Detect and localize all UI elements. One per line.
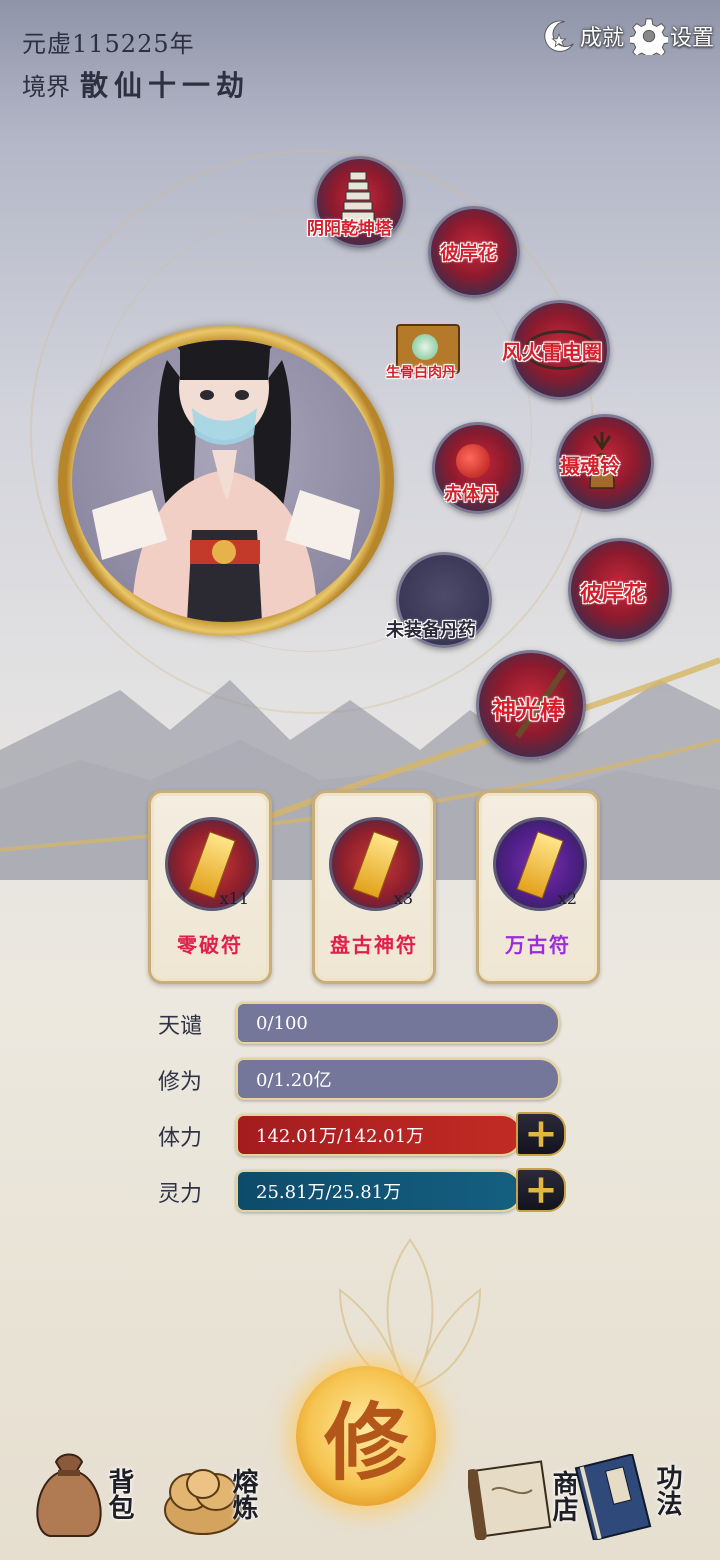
equipment-label-empty-pill: 未装备丹药 [386,620,476,641]
equipment-label-pill-2: 赤体丹 [444,484,498,505]
equipment-label-pagoda: 阴阳乾坤塔 [307,219,392,239]
equipment-label-staff: 神光棒 [492,695,564,724]
add-spirit-button[interactable]: + [516,1168,566,1212]
talisman-count: x2 [557,889,577,908]
year-display: 元虚115225年 [22,30,195,58]
talisman-name: 盘古神符 [330,933,418,957]
talisman-count: x11 [219,889,249,908]
smelt-label: 熔炼 [228,1468,258,1520]
realm-value: 散仙十一劫 [80,69,251,102]
add-stamina-button[interactable]: + [516,1112,566,1156]
talisman-card-1[interactable]: x11 零破符 [148,790,272,984]
stat-bar-spirit: 25.81万/25.81万 [236,1170,522,1212]
character-portrait[interactable] [72,340,380,622]
stat-label-spirit: 灵力 [158,1182,203,1207]
realm-label: 境界 [22,73,70,101]
cultivate-label: 修 [323,1392,408,1492]
scroll-map-icon [468,1460,552,1540]
plus-icon: + [524,1166,558,1213]
stat-value-cultivation: 0/1.20亿 [256,1070,332,1091]
bag-icon [36,1453,102,1537]
stat-label-cultivation: 修为 [158,1070,203,1095]
stat-value-tribulation: 0/100 [256,1012,308,1034]
plus-icon: + [524,1110,558,1157]
stat-label-stamina: 体力 [158,1126,203,1151]
bag-label: 背包 [104,1468,134,1520]
equipment-label-bell: 摄魂铃 [560,454,620,478]
talisman-card-2[interactable]: x3 盘古神符 [312,790,436,984]
stat-label-tribulation: 天谴 [158,1014,203,1039]
gear-icon [630,18,668,55]
smelt-button[interactable]: 熔炼 [162,1450,272,1550]
talisman-name: 万古符 [505,933,571,957]
stat-bar-stamina: 142.01万/142.01万 [236,1114,522,1156]
talisman-name: 零破符 [177,933,243,957]
equipment-label-pill-1: 生骨白肉丹 [386,365,456,381]
stat-value-spirit: 25.81万/25.81万 [256,1182,402,1203]
skills-label: 功法 [652,1464,682,1516]
talisman-card-3[interactable]: x2 万古符 [476,790,600,984]
stat-bar-cultivation: 0/1.20亿 [236,1058,560,1100]
stat-value-stamina: 142.01万/142.01万 [256,1126,425,1147]
equipment-label-ring: 风火雷电圈 [502,340,602,364]
book-icon [574,1454,652,1540]
realm-display: 境界 散仙十一劫 [22,64,250,104]
bag-button[interactable]: 背包 [30,1450,140,1550]
stat-bar-tribulation: 0/100 [236,1002,560,1044]
settings-label: 设置 [670,26,715,51]
red-pill-icon [456,444,490,478]
talisman-count: x3 [393,889,413,908]
achievements-button[interactable]: 成就 [540,10,624,62]
character-figure [92,340,360,622]
moon-icon [544,20,574,52]
achievements-label: 成就 [580,26,625,51]
shop-button[interactable]: 商店 [468,1450,580,1550]
skills-button[interactable]: 功法 [574,1450,694,1550]
equipment-label-flower-1: 彼岸花 [440,242,498,264]
cultivate-button[interactable]: 修 [296,1366,436,1506]
equipment-label-flower-2: 彼岸花 [580,581,647,607]
settings-button[interactable]: 设置 [630,10,714,62]
